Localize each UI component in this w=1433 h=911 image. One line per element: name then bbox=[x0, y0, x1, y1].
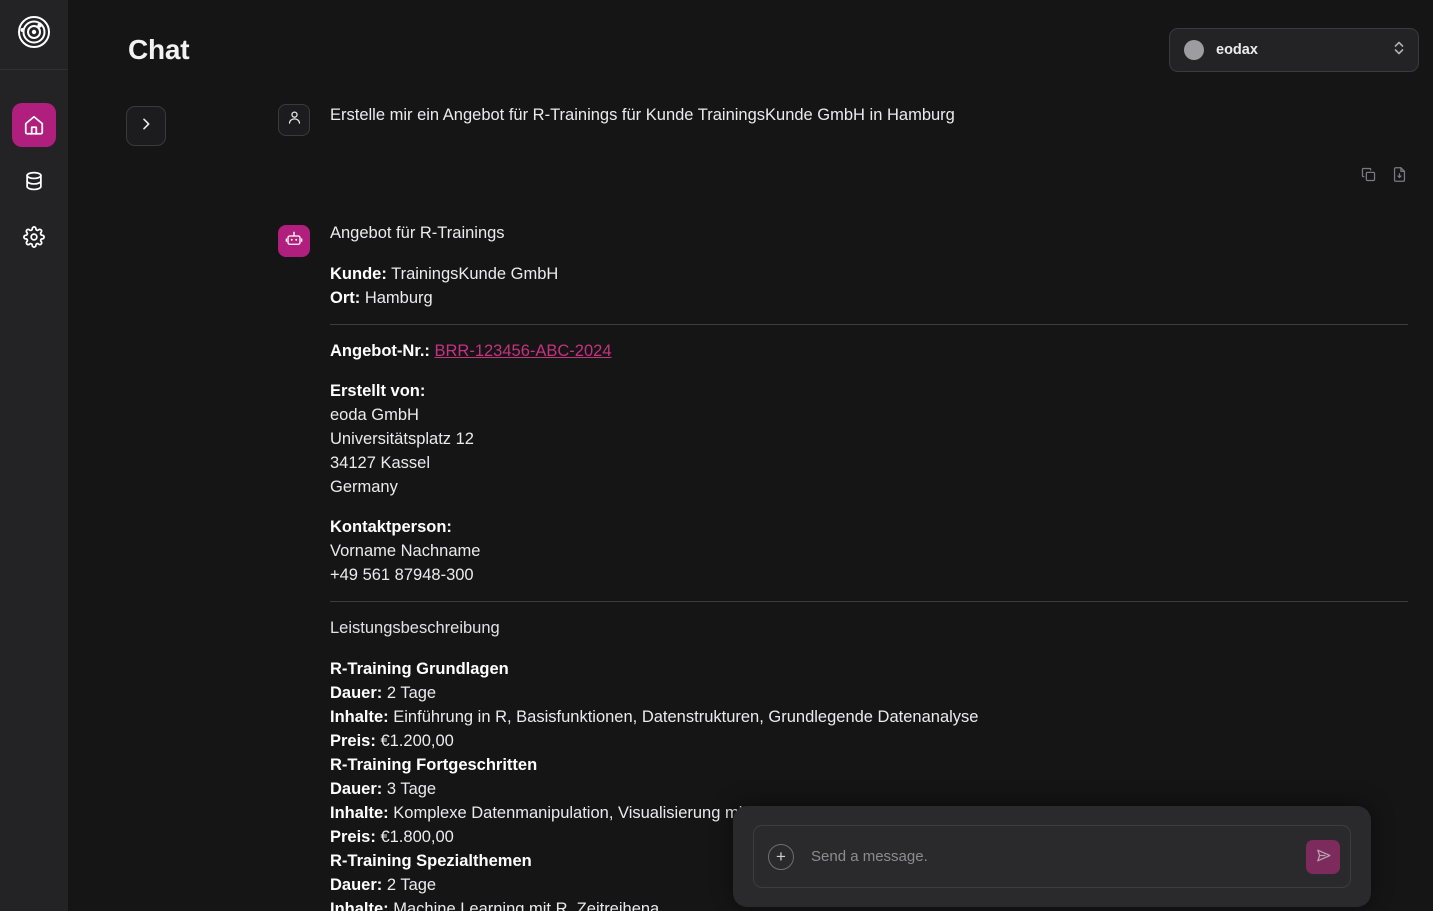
sidebar-nav bbox=[12, 70, 56, 259]
topbar: Chat eodax bbox=[68, 0, 1433, 100]
field-kunde: Kunde: TrainingsKunde GmbH bbox=[330, 262, 1408, 286]
expand-sidebar-button[interactable] bbox=[126, 106, 166, 146]
assistant-avatar bbox=[278, 225, 310, 257]
page-title: Chat bbox=[128, 34, 190, 65]
created-by-label: Erstellt von: bbox=[330, 381, 426, 400]
price-value: €1.200,00 bbox=[380, 731, 454, 750]
duration-value: 2 Tage bbox=[386, 875, 437, 894]
user-avatar bbox=[278, 104, 310, 136]
divider-services bbox=[330, 600, 1408, 602]
divider-top bbox=[330, 323, 1408, 325]
main-panel: Chat eodax Erstelle mir ein Angebot für … bbox=[68, 0, 1433, 911]
file-download-icon[interactable] bbox=[1391, 166, 1408, 188]
created-by-line: Universitätsplatz 12 bbox=[330, 429, 474, 448]
chat-transcript: Erstelle mir ein Angebot für R-Trainings… bbox=[68, 100, 1433, 911]
database-icon bbox=[23, 170, 45, 192]
created-by-block: Erstellt von: eoda GmbH Universitätsplat… bbox=[330, 379, 1408, 499]
price-value: €1.800,00 bbox=[380, 827, 454, 846]
duration-label: Dauer: bbox=[330, 779, 383, 798]
duration-value: 3 Tage bbox=[386, 779, 437, 798]
composer-field-wrap: + bbox=[753, 825, 1351, 888]
user-icon bbox=[286, 109, 303, 131]
chevron-right-icon bbox=[138, 116, 154, 137]
message-actions bbox=[68, 166, 1433, 188]
model-avatar bbox=[1184, 40, 1204, 60]
send-button[interactable] bbox=[1306, 839, 1340, 874]
user-message-body: Erstelle mir ein Angebot für R-Trainings… bbox=[330, 100, 1433, 128]
contents-label: Inhalte: bbox=[330, 707, 389, 726]
sidebar bbox=[0, 0, 68, 911]
field-ort-value: Hamburg bbox=[364, 288, 433, 307]
contact-label: Kontaktperson: bbox=[330, 517, 452, 536]
chevron-up-down-icon bbox=[1392, 39, 1406, 62]
offer-number-row: Angebot-Nr.: BRR-123456-ABC-2024 bbox=[330, 339, 1408, 363]
price-label: Preis: bbox=[330, 731, 376, 750]
transcript-gutter bbox=[68, 100, 278, 146]
app-logo[interactable] bbox=[0, 0, 68, 70]
user-message-text: Erstelle mir ein Angebot für R-Trainings… bbox=[330, 106, 955, 124]
field-kunde-value: TrainingsKunde GmbH bbox=[391, 264, 559, 283]
offer-number-link[interactable]: BRR-123456-ABC-2024 bbox=[435, 342, 612, 360]
robot-icon bbox=[285, 230, 303, 253]
user-message: Erstelle mir ein Angebot für R-Trainings… bbox=[68, 100, 1433, 146]
contents-value: Machine Learning mit R, Zeitreihena bbox=[393, 899, 660, 911]
sidebar-item-home[interactable] bbox=[12, 103, 56, 147]
contents-label: Inhalte: bbox=[330, 899, 389, 911]
message-input[interactable] bbox=[811, 848, 1306, 865]
gear-icon bbox=[23, 226, 45, 248]
model-selector[interactable]: eodax bbox=[1169, 28, 1419, 72]
contents-value: Einführung in R, Basisfunktionen, Datens… bbox=[393, 707, 979, 726]
model-selector-value: eodax bbox=[1216, 42, 1258, 58]
offer-number-label: Angebot-Nr.: bbox=[330, 341, 430, 360]
field-kunde-label: Kunde: bbox=[330, 264, 387, 283]
send-icon bbox=[1315, 847, 1332, 867]
training-duration: Dauer: 2 Tage bbox=[330, 681, 1408, 705]
duration-label: Dauer: bbox=[330, 683, 383, 702]
training-duration: Dauer: 3 Tage bbox=[330, 777, 1408, 801]
contact-line: Vorname Nachname bbox=[330, 541, 481, 560]
training-contents: Inhalte: Einführung in R, Basisfunktione… bbox=[330, 705, 1408, 729]
field-ort: Ort: Hamburg bbox=[330, 286, 1408, 310]
home-icon bbox=[23, 114, 45, 136]
sidebar-item-settings[interactable] bbox=[12, 215, 56, 259]
duration-label: Dauer: bbox=[330, 875, 383, 894]
contact-line: +49 561 87948-300 bbox=[330, 565, 474, 584]
app-window: Chat eodax Erstelle mir ein Angebot für … bbox=[0, 0, 1433, 911]
copy-icon[interactable] bbox=[1360, 166, 1377, 188]
duration-value: 2 Tage bbox=[386, 683, 437, 702]
field-ort-label: Ort: bbox=[330, 288, 361, 307]
training-name: R-Training Fortgeschritten bbox=[330, 755, 538, 774]
created-by-line: Germany bbox=[330, 477, 398, 496]
contents-label: Inhalte: bbox=[330, 803, 389, 822]
created-by-line: eoda GmbH bbox=[330, 405, 419, 424]
created-by-line: 34127 Kassel bbox=[330, 453, 430, 472]
transcript-gutter-assistant bbox=[68, 221, 278, 227]
orbit-logo-icon bbox=[17, 15, 51, 54]
training-name: R-Training Grundlagen bbox=[330, 659, 509, 678]
offer-title: Angebot für R-Trainings bbox=[330, 224, 505, 242]
add-attachment-icon[interactable]: + bbox=[768, 843, 794, 870]
message-composer: + bbox=[733, 806, 1371, 907]
training-item: R-Training Grundlagen Dauer: 2 Tage Inha… bbox=[330, 657, 1408, 753]
services-heading: Leistungsbeschreibung bbox=[330, 618, 500, 637]
offer-customer-fields: Kunde: TrainingsKunde GmbH Ort: Hamburg bbox=[330, 262, 1408, 310]
price-label: Preis: bbox=[330, 827, 376, 846]
training-price: Preis: €1.200,00 bbox=[330, 729, 1408, 753]
sidebar-item-database[interactable] bbox=[12, 159, 56, 203]
contact-block: Kontaktperson: Vorname Nachname +49 561 … bbox=[330, 515, 1408, 587]
